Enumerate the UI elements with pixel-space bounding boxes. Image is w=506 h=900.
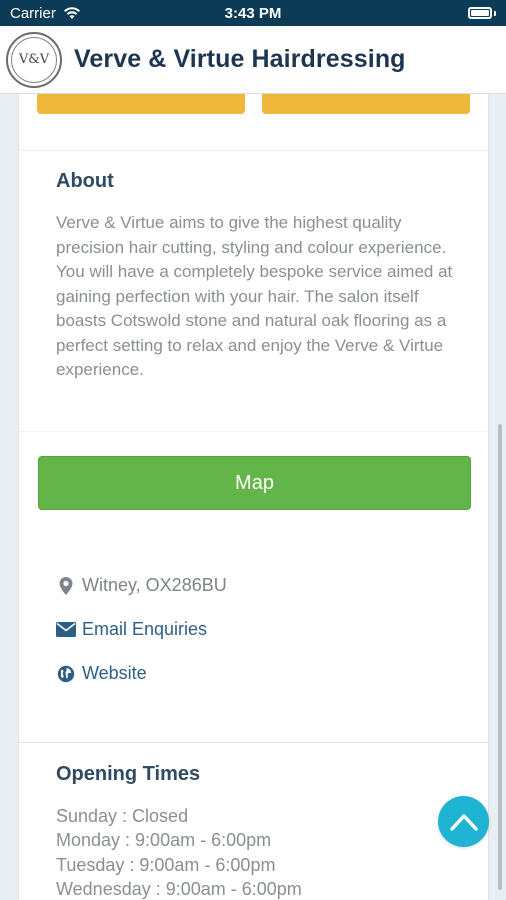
opening-times-row: Wednesday : 9:00am - 6:00pm xyxy=(56,878,302,899)
globe-icon xyxy=(56,664,76,684)
carrier-label: Carrier xyxy=(10,4,56,22)
app-header: V&V Verve & Virtue Hairdressing xyxy=(0,26,506,94)
divider xyxy=(19,431,488,432)
email-enquiries-link[interactable]: Email Enquiries xyxy=(82,619,207,640)
map-button[interactable]: Map xyxy=(38,456,471,510)
map-marker-icon xyxy=(56,576,76,596)
opening-times-heading: Opening Times xyxy=(56,763,201,785)
logo-monogram: V&V xyxy=(11,36,57,83)
action-button-left[interactable] xyxy=(37,94,245,114)
email-row[interactable]: Email Enquiries xyxy=(56,619,207,640)
status-left: Carrier xyxy=(10,3,82,23)
battery-icon xyxy=(468,7,496,19)
opening-times-row: Tuesday : 9:00am - 6:00pm xyxy=(56,854,276,875)
top-action-buttons xyxy=(37,94,470,114)
opening-times-row: Monday : 9:00am - 6:00pm xyxy=(56,830,272,851)
website-link[interactable]: Website xyxy=(82,663,147,684)
scrollbar[interactable] xyxy=(497,94,504,900)
opening-times-list: Sunday : Closed Monday : 9:00am - 6:00pm… xyxy=(56,804,302,900)
status-bar: Carrier 3:43 PM xyxy=(0,0,506,26)
website-row[interactable]: Website xyxy=(56,663,147,684)
scroll-to-top-button[interactable] xyxy=(438,796,489,847)
salon-logo: V&V xyxy=(6,31,62,88)
page-title: Verve & Virtue Hairdressing xyxy=(74,45,406,73)
location-row: Witney, OX286BU xyxy=(56,575,227,596)
chevron-up-icon xyxy=(449,813,478,831)
opening-times-row: Sunday : Closed xyxy=(56,806,189,826)
action-button-right[interactable] xyxy=(262,94,470,114)
wifi-icon xyxy=(62,3,82,23)
envelope-icon xyxy=(56,620,76,640)
divider xyxy=(19,150,488,151)
divider xyxy=(19,742,488,743)
about-text: Verve & Virtue aims to give the highest … xyxy=(56,213,453,379)
location-text: Witney, OX286BU xyxy=(82,575,227,595)
scrollbar-thumb[interactable] xyxy=(498,424,502,890)
about-heading: About xyxy=(56,170,114,192)
salon-detail-card: About Verve & Virtue aims to give the hi… xyxy=(18,94,489,900)
